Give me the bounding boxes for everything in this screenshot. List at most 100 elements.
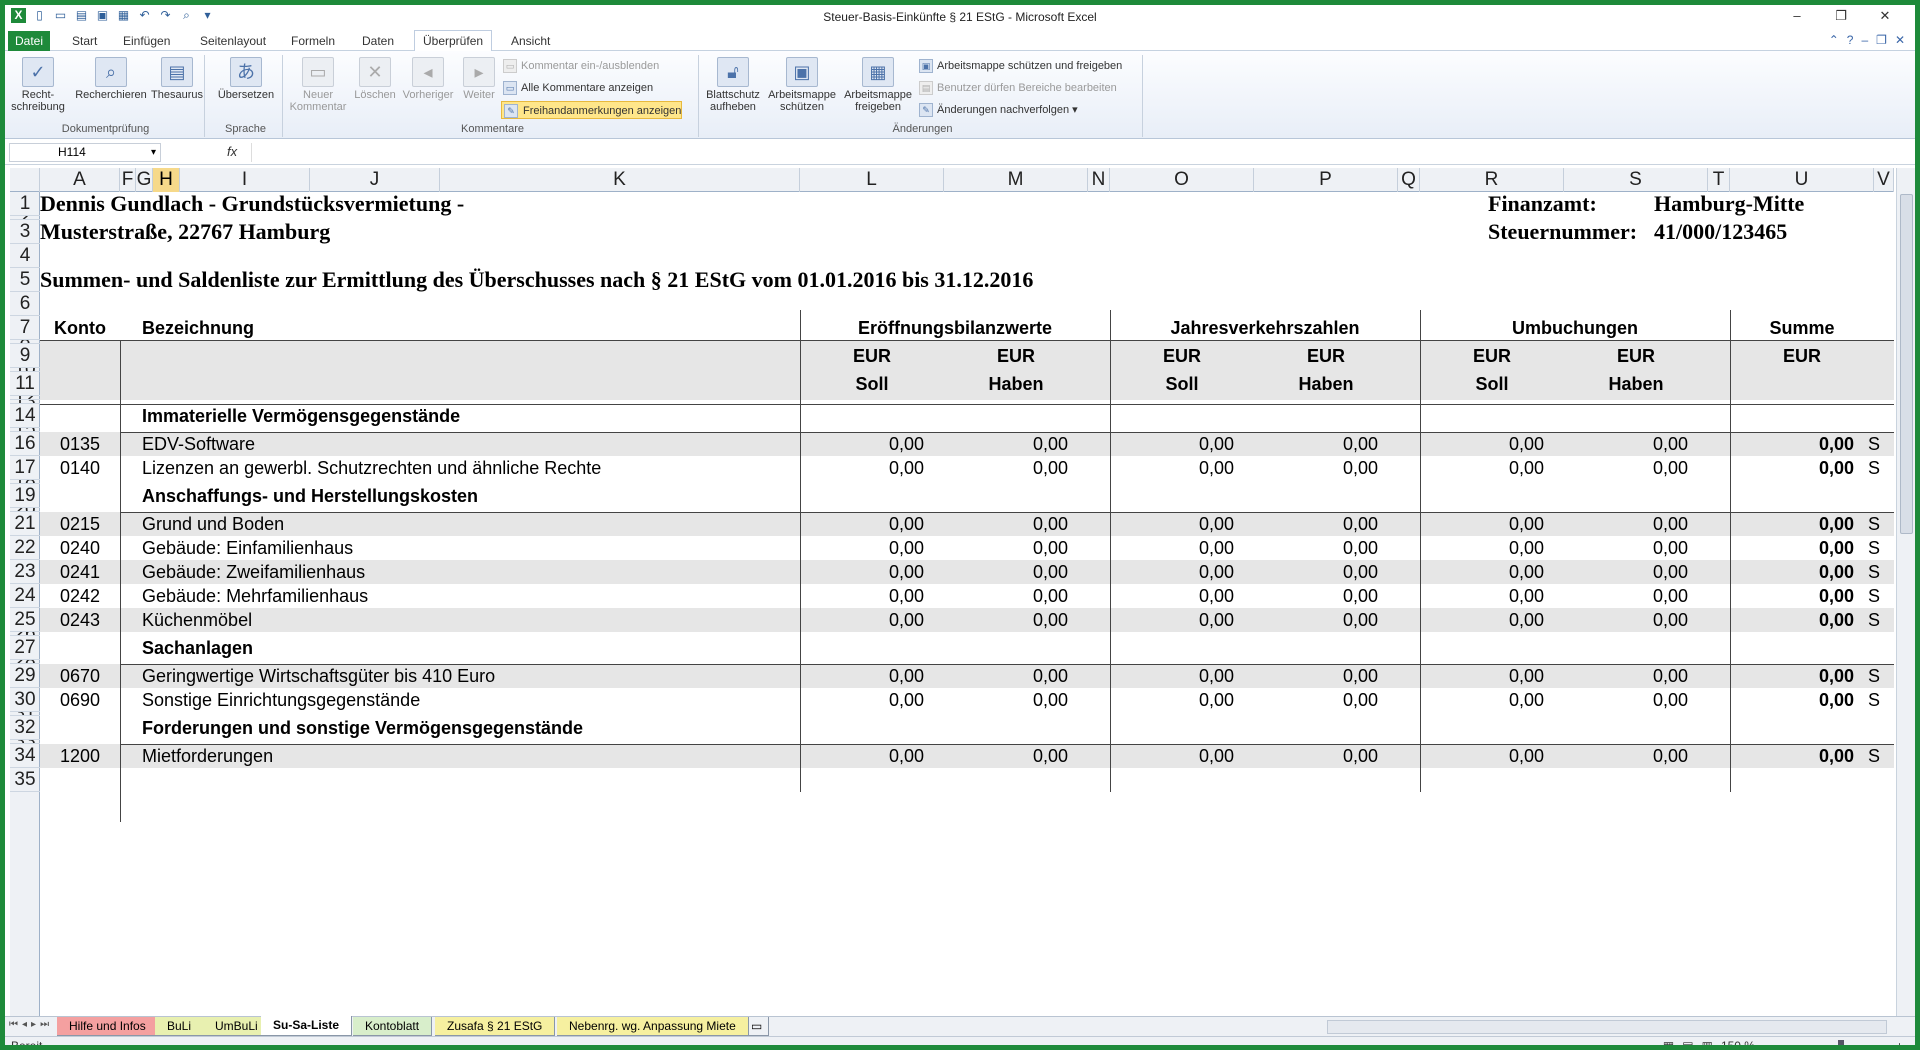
zoom-slider[interactable] [1777, 1039, 1888, 1045]
row-header[interactable]: 4 [10, 244, 40, 268]
translate-button[interactable]: あ Übersetzen [213, 57, 279, 101]
column-header-f[interactable]: F [120, 168, 136, 192]
new-comment-button[interactable]: ▭ Neuer Kommentar [287, 57, 349, 113]
row-header[interactable]: 11 [10, 372, 40, 396]
row-header[interactable]: 14 [10, 404, 40, 428]
research-button[interactable]: ⌕ Recherchieren [73, 57, 149, 101]
last-sheet-icon[interactable]: ⏭ [40, 1019, 49, 1030]
doc-minimize-icon[interactable]: – [1861, 33, 1868, 47]
sheet-tab[interactable]: Hilfe und Infos [57, 1017, 159, 1036]
vertical-scrollbar[interactable] [1896, 168, 1915, 1016]
column-header-i[interactable]: I [180, 168, 310, 192]
prev-sheet-icon[interactable]: ◂ [22, 1019, 27, 1030]
column-header-s[interactable]: S [1564, 168, 1708, 192]
share-workbook-button[interactable]: ▦ Arbeitsmappe freigeben [841, 57, 915, 113]
minimize-button[interactable]: – [1775, 5, 1819, 27]
row-header[interactable]: 35 [10, 768, 40, 792]
row-header[interactable]: 24 [10, 584, 40, 608]
row-header[interactable]: 21 [10, 512, 40, 536]
column-header-o[interactable]: O [1110, 168, 1254, 192]
normal-view-icon[interactable]: ▦ [1663, 1039, 1674, 1045]
sheet-tab[interactable]: BuLi [155, 1017, 205, 1036]
column-header-t[interactable]: T [1708, 168, 1730, 192]
column-header-m[interactable]: M [944, 168, 1088, 192]
row-header[interactable]: 22 [10, 536, 40, 560]
column-header-r[interactable]: R [1420, 168, 1564, 192]
horizontal-scrollbar[interactable] [1327, 1020, 1887, 1034]
row-header[interactable]: 16 [10, 432, 40, 456]
column-header-n[interactable]: N [1088, 168, 1110, 192]
column-header-g[interactable]: G [136, 168, 153, 192]
tab-start[interactable]: Start [72, 32, 97, 51]
zoom-in-icon[interactable]: + [1896, 1039, 1903, 1045]
help-icon[interactable]: ? [1847, 33, 1854, 47]
tab-review[interactable]: Überprüfen [414, 30, 493, 52]
formula-input[interactable] [251, 143, 1905, 162]
row-header[interactable]: 3 [10, 220, 40, 244]
vertical-scroll-thumb[interactable] [1900, 194, 1913, 534]
column-header-p[interactable]: P [1254, 168, 1398, 192]
doc-restore-icon[interactable]: ❐ [1876, 33, 1887, 47]
column-header-a[interactable]: A [40, 168, 120, 192]
thesaurus-button[interactable]: ▤ Thesaurus [149, 57, 205, 101]
select-all-corner[interactable] [10, 168, 40, 192]
row-header[interactable]: 34 [10, 744, 40, 768]
first-sheet-icon[interactable]: ⏮ [9, 1019, 18, 1030]
delete-comment-button[interactable]: ✕ Löschen [351, 57, 399, 101]
row-header[interactable]: 9 [10, 344, 40, 368]
insert-sheet-icon[interactable]: ▭ [745, 1017, 770, 1036]
column-header-l[interactable]: L [800, 168, 944, 192]
row-header[interactable]: 29 [10, 664, 40, 688]
row-header[interactable]: 7 [10, 316, 40, 340]
protect-workbook-button[interactable]: ▣ Arbeitsmappe schützen [765, 57, 839, 113]
name-box-dropdown-icon[interactable]: ▾ [151, 144, 156, 161]
sheet-tab[interactable]: Su-Sa-Liste [261, 1016, 353, 1036]
track-changes-dropdown-icon[interactable]: ▾ [1072, 104, 1078, 116]
tab-insert[interactable]: Einfügen [123, 32, 170, 51]
row-header[interactable]: 17 [10, 456, 40, 480]
doc-close-icon[interactable]: ✕ [1895, 33, 1905, 47]
spelling-button[interactable]: ✓ Recht- schreibung [9, 57, 67, 113]
column-header-u[interactable]: U [1730, 168, 1874, 192]
zoom-level[interactable]: 150 % [1721, 1039, 1755, 1045]
next-comment-button[interactable]: ▸ Weiter [457, 57, 501, 101]
maximize-button[interactable]: ❐ [1819, 5, 1863, 27]
page-break-view-icon[interactable]: ▥ [1702, 1039, 1713, 1045]
previous-comment-button[interactable]: ◂ Vorheriger [399, 57, 457, 101]
row-header[interactable]: 23 [10, 560, 40, 584]
show-ink-button[interactable]: ✎ Freihandanmerkungen anzeigen [501, 101, 683, 119]
row-header[interactable]: 5 [10, 268, 40, 292]
column-header-v[interactable]: V [1874, 168, 1894, 192]
row-header[interactable]: 6 [10, 292, 40, 316]
column-header-j[interactable]: J [310, 168, 440, 192]
column-header-q[interactable]: Q [1398, 168, 1420, 192]
toggle-comment-button[interactable]: ▭ Kommentar ein-/ausblenden [501, 57, 659, 75]
show-all-comments-button[interactable]: ▭ Alle Kommentare anzeigen [501, 79, 653, 97]
protect-share-button[interactable]: ▣ Arbeitsmappe schützen und freigeben [917, 57, 1122, 75]
track-changes-button[interactable]: ✎ Änderungen nachverfolgen ▾ [917, 101, 1078, 119]
tab-page-layout[interactable]: Seitenlayout [200, 32, 266, 51]
tab-file[interactable]: Datei [8, 31, 50, 51]
insert-function-button[interactable]: fx [227, 144, 237, 159]
unprotect-sheet-button[interactable]: 🔓︎ Blattschutz aufheben [703, 57, 763, 113]
page-layout-view-icon[interactable]: ▤ [1682, 1039, 1693, 1045]
row-header[interactable]: 1 [10, 192, 40, 216]
row-header[interactable]: 25 [10, 608, 40, 632]
zoom-out-icon[interactable]: − [1763, 1039, 1770, 1045]
ribbon-collapse-icon[interactable]: ⌃ [1829, 33, 1839, 47]
close-button[interactable]: ✕ [1863, 5, 1907, 27]
row-header[interactable]: 32 [10, 716, 40, 740]
zoom-slider-handle[interactable] [1837, 1039, 1844, 1045]
row-header[interactable]: 30 [10, 688, 40, 712]
column-header-h[interactable]: H [153, 168, 180, 192]
name-box[interactable]: H114 ▾ [9, 143, 161, 162]
allow-edit-ranges-button[interactable]: ▤ Benutzer dürfen Bereiche bearbeiten [917, 79, 1117, 97]
sheet-tab[interactable]: Nebenrg. wg. Anpassung Miete [557, 1017, 749, 1036]
row-header[interactable]: 27 [10, 636, 40, 660]
tab-data[interactable]: Daten [362, 32, 394, 51]
row-header[interactable]: 19 [10, 484, 40, 508]
sheet-tab[interactable]: Zusafa § 21 EStG [435, 1017, 556, 1036]
tab-formulas[interactable]: Formeln [291, 32, 335, 51]
sheet-tab[interactable]: Kontoblatt [353, 1017, 433, 1036]
next-sheet-icon[interactable]: ▸ [31, 1019, 36, 1030]
